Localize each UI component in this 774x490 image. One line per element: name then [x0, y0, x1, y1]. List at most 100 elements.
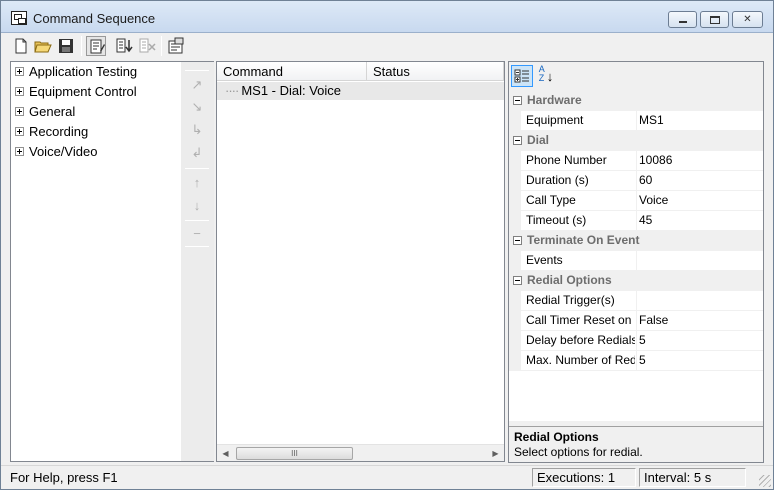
button-group-divider [185, 70, 209, 71]
button-group-divider [185, 168, 209, 169]
status-executions: Executions: 1 [532, 468, 636, 487]
property-row-call-type[interactable]: Call Type Voice [509, 191, 763, 211]
property-row-duration[interactable]: Duration (s) 60 [509, 171, 763, 191]
property-value[interactable]: 10086 [639, 151, 761, 171]
scroll-thumb[interactable]: III [236, 447, 353, 460]
property-value[interactable]: Voice [639, 191, 761, 211]
expand-plus-icon[interactable] [15, 147, 24, 156]
status-interval: Interval: 5 s [639, 468, 746, 487]
button-group-divider [185, 246, 209, 247]
alphabetical-sort-label: AZ [538, 64, 545, 83]
move-up-icon: ↑ [193, 175, 201, 190]
category-terminate-on-event[interactable]: Terminate On Event [509, 231, 763, 251]
column-header-status[interactable]: Status [367, 62, 504, 81]
insert-command-button[interactable] [114, 36, 134, 56]
scroll-right-arrow-icon: ▶ [492, 449, 499, 458]
expand-plus-icon[interactable] [15, 127, 24, 136]
property-row-call-timer-reset[interactable]: Call Timer Reset on False [509, 311, 763, 331]
property-row-max-redials[interactable]: Max. Number of Redials 5 [509, 351, 763, 371]
property-row-delay-before-redials[interactable]: Delay before Redials 5 [509, 331, 763, 351]
property-value[interactable]: 45 [639, 211, 761, 231]
move-down-button[interactable]: ↓ [185, 196, 209, 216]
property-grid[interactable]: Hardware Equipment MS1 Dial Phone Number 1… [509, 91, 763, 421]
toolbar-separator [81, 36, 82, 56]
open-button[interactable] [33, 36, 53, 56]
property-value[interactable]: 5 [639, 331, 761, 351]
tree-item-equipment-control[interactable]: Equipment Control [15, 83, 137, 101]
remove-icon: − [193, 226, 201, 241]
properties-icon [168, 37, 184, 54]
properties-button[interactable] [166, 36, 186, 56]
property-value[interactable]: 5 [639, 351, 761, 371]
description-title: Redial Options [514, 430, 599, 444]
tree-connector: ···· [225, 83, 239, 98]
command-sequence-window: Command Sequence ✕ Application Testing E… [0, 0, 774, 490]
collapse-minus-icon[interactable] [513, 96, 522, 105]
collapse-minus-icon[interactable] [513, 276, 522, 285]
property-value[interactable] [639, 291, 761, 311]
property-name: Call Timer Reset on [526, 313, 632, 327]
collapse-minus-icon[interactable] [513, 136, 522, 145]
resize-grip-icon[interactable] [759, 475, 771, 487]
scroll-left-button[interactable]: ◀ [217, 445, 234, 462]
tree-item-label: Equipment Control [29, 84, 137, 99]
insert-right-button[interactable]: ↳ [185, 120, 209, 140]
scroll-left-arrow-icon: ◀ [222, 449, 229, 458]
close-button[interactable]: ✕ [732, 11, 763, 28]
property-value[interactable]: 60 [639, 171, 761, 191]
add-command-below-button[interactable]: ↘ [185, 97, 209, 117]
edit-sequence-icon [90, 39, 105, 54]
property-value[interactable]: MS1 [639, 111, 761, 131]
property-value[interactable]: False [639, 311, 761, 331]
category-dial[interactable]: Dial [509, 131, 763, 151]
insert-left-button[interactable]: ↲ [185, 143, 209, 163]
open-folder-icon [34, 41, 52, 53]
tree-item-voice-video[interactable]: Voice/Video [15, 143, 97, 161]
command-row-label: MS1 - Dial: Voice [241, 83, 342, 98]
property-grid-panel: AZ ↓ Hardware Equipment MS1 Dial Phone Num… [508, 61, 764, 463]
delete-command-button[interactable] [137, 36, 157, 56]
scroll-thumb-grip: III [291, 449, 298, 458]
edit-sequence-button[interactable] [86, 36, 106, 56]
expand-plus-icon[interactable] [15, 67, 24, 76]
add-arrow-icon: ↗ [191, 77, 203, 92]
minimize-button[interactable] [668, 11, 697, 28]
property-description: Redial Options Select options for redial… [509, 426, 763, 462]
collapse-minus-icon[interactable] [513, 236, 522, 245]
new-button[interactable] [11, 36, 31, 56]
tree-item-recording[interactable]: Recording [15, 123, 88, 141]
insert-right-icon: ↳ [191, 122, 203, 137]
category-label: Terminate On Event [527, 233, 640, 247]
add-command-button[interactable]: ↗ [185, 75, 209, 95]
expand-plus-icon[interactable] [15, 87, 24, 96]
categorized-view-button[interactable] [511, 65, 533, 87]
scroll-right-button[interactable]: ▶ [487, 445, 504, 462]
property-value[interactable] [639, 251, 761, 271]
tree-item-general[interactable]: General [15, 103, 75, 121]
expand-plus-icon[interactable] [15, 107, 24, 116]
categorized-view-icon [514, 69, 529, 83]
horizontal-scrollbar[interactable]: ◀ III ▶ [217, 444, 504, 461]
category-hardware[interactable]: Hardware [509, 91, 763, 111]
alphabetical-sort-button[interactable]: AZ ↓ [535, 65, 557, 87]
command-category-tree[interactable]: Application Testing Equipment Control Ge… [10, 61, 181, 462]
tree-item-label: Voice/Video [29, 144, 98, 159]
title-bar[interactable]: Command Sequence ✕ [1, 1, 773, 33]
property-row-equipment[interactable]: Equipment MS1 [509, 111, 763, 131]
category-redial-options[interactable]: Redial Options [509, 271, 763, 291]
tree-item-application-testing[interactable]: Application Testing [15, 63, 137, 81]
property-row-redial-triggers[interactable]: Redial Trigger(s) [509, 291, 763, 311]
remove-command-button[interactable]: − [185, 224, 209, 244]
move-down-icon: ↓ [193, 198, 201, 213]
property-row-timeout[interactable]: Timeout (s) 45 [509, 211, 763, 231]
command-row[interactable]: ···· MS1 - Dial: Voice [217, 82, 504, 100]
property-row-phone-number[interactable]: Phone Number 10086 [509, 151, 763, 171]
move-up-button[interactable]: ↑ [185, 173, 209, 193]
property-name: Timeout (s) [526, 213, 587, 227]
maximize-button[interactable] [700, 11, 729, 28]
save-button[interactable] [56, 36, 76, 56]
command-list[interactable]: Command Status ···· MS1 - Dial: Voice ◀ I… [216, 61, 505, 462]
column-header-command[interactable]: Command [217, 62, 367, 81]
property-row-events[interactable]: Events [509, 251, 763, 271]
close-icon: ✕ [743, 14, 752, 25]
